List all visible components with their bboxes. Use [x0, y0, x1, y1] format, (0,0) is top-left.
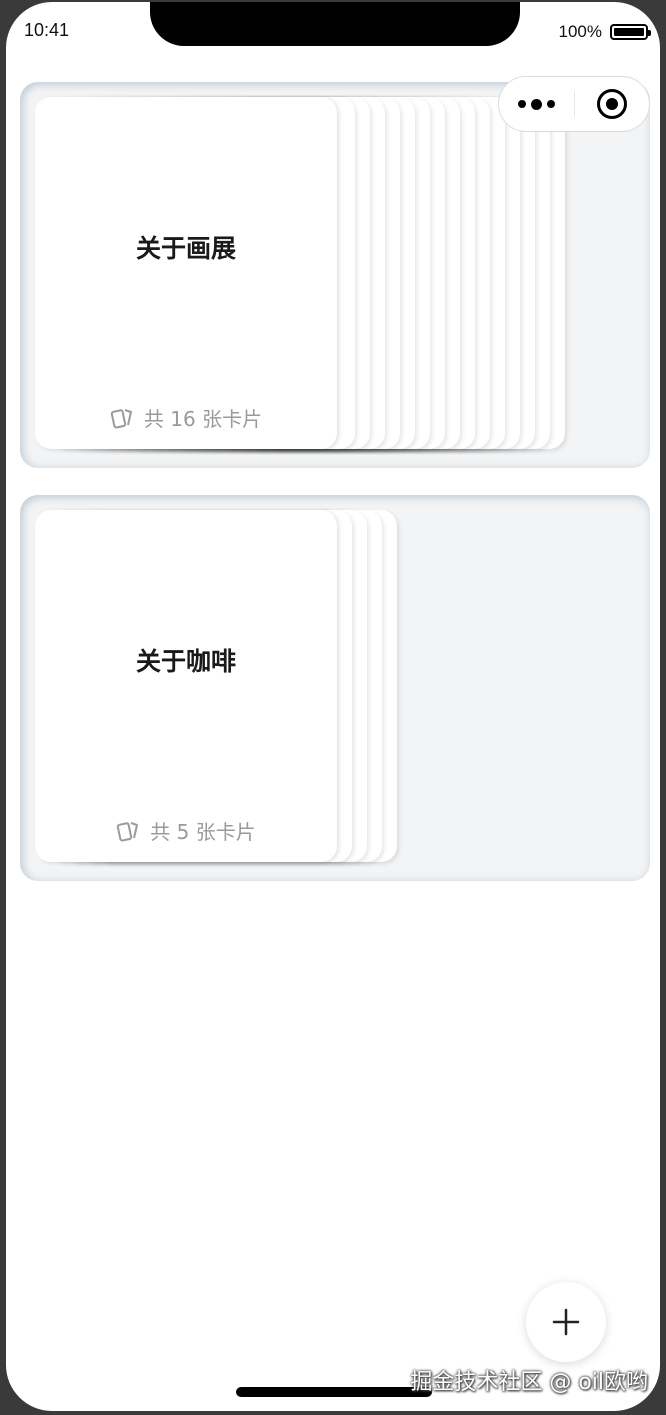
target-icon	[596, 89, 627, 119]
watermark: 掘金技术社区 @ oil欧哟	[410, 1370, 648, 1395]
status-time: 10:41	[24, 20, 70, 40]
deck-title: 关于咖啡	[135, 647, 236, 676]
deck-count: 共 5 张卡片	[35, 816, 337, 845]
close-button[interactable]	[575, 89, 650, 119]
deck-front-card[interactable]: 关于咖啡 共 5 张卡片	[35, 510, 337, 862]
phone-screen: 10:41 100% 关于画展 共 16 张卡片 关于咖啡 共 5 张卡片 掘金…	[6, 2, 660, 1411]
status-right: 100%	[558, 22, 651, 42]
plus-icon	[552, 1308, 580, 1336]
add-deck-button[interactable]	[526, 1282, 606, 1362]
deck-front-card[interactable]: 关于画展 共 16 张卡片	[35, 97, 337, 449]
deck-count-text: 共 5 张卡片	[150, 820, 256, 844]
cards-icon	[110, 408, 132, 428]
notch	[150, 2, 520, 46]
battery-icon	[610, 24, 651, 40]
home-indicator	[236, 1387, 432, 1397]
deck-count-text: 共 16 张卡片	[143, 407, 263, 431]
ellipsis-icon	[517, 100, 526, 108]
battery-percent: 100%	[558, 22, 602, 41]
deck-container[interactable]: 关于画展 共 16 张卡片	[20, 82, 650, 468]
deck-count: 共 16 张卡片	[35, 403, 337, 432]
deck-container[interactable]: 关于咖啡 共 5 张卡片	[20, 495, 650, 881]
mini-program-capsule	[498, 76, 650, 132]
cards-icon	[117, 821, 139, 841]
deck-title: 关于画展	[135, 234, 236, 263]
more-button[interactable]	[499, 98, 574, 110]
